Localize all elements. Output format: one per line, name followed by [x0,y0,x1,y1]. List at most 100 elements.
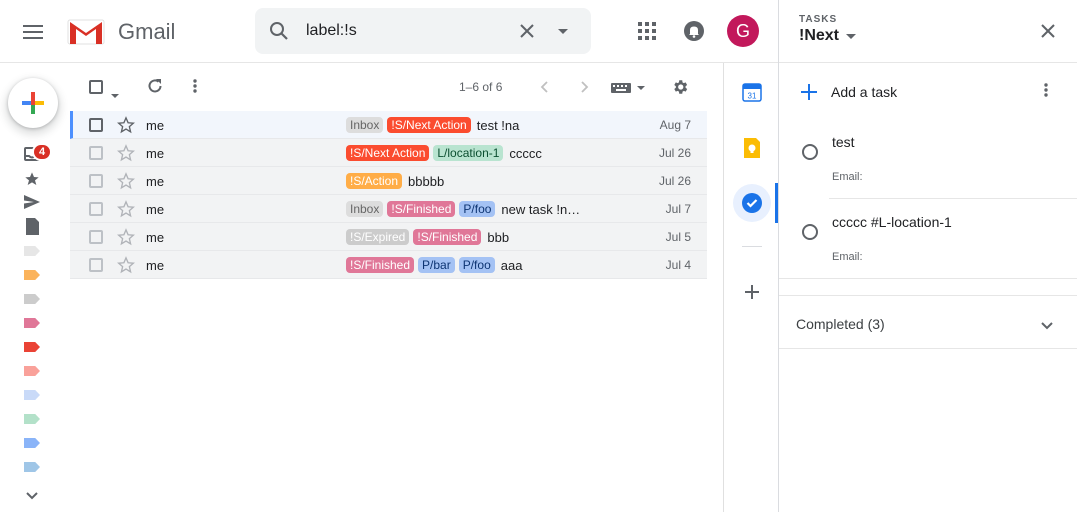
star-icon[interactable] [117,144,135,167]
label-tag-icon[interactable] [24,414,40,424]
label-chip[interactable]: L/location-1 [433,145,504,161]
label-chip[interactable]: Inbox [346,201,384,217]
mail-row[interactable]: me !S/Next Action L/location-1 ccccc Jul 26 [70,139,707,167]
label-tag-icon[interactable] [24,246,40,256]
mail-date: Jul 26 [658,174,691,188]
tasks-panel-label: TASKS [799,14,838,25]
task-email-link[interactable]: Email: [832,171,863,183]
task-complete-checkbox[interactable] [802,224,818,240]
label-tag-icon[interactable] [24,270,40,280]
newer-page-icon[interactable] [540,80,550,94]
label-chip[interactable]: P/bar [418,257,455,273]
row-checkbox[interactable] [89,258,103,272]
clear-search-icon[interactable] [517,21,537,41]
star-icon[interactable] [117,200,135,223]
mail-row[interactable]: me !S/Expired !S/Finished bbb Jul 5 [70,223,707,251]
mail-row[interactable]: me !S/Action bbbbb Jul 26 [70,167,707,195]
label-tag-icon[interactable] [24,390,40,400]
select-all-checkbox[interactable] [89,80,103,94]
label-tag-icon[interactable] [24,318,40,328]
label-chip[interactable]: P/foo [459,201,496,217]
sent-icon[interactable] [24,195,40,211]
label-chip[interactable]: !S/Finished [346,257,415,273]
add-addon-icon[interactable] [745,285,759,299]
star-icon[interactable] [117,116,135,139]
row-checkbox[interactable] [89,202,103,216]
inbox-unread-badge: 4 [32,143,52,161]
starred-icon[interactable] [24,171,40,187]
label-chip[interactable]: Inbox [346,117,384,133]
task-list-selector[interactable]: !Next [799,27,857,45]
label-chip[interactable]: !S/Finished [413,229,482,245]
star-icon[interactable] [117,228,135,251]
task-email-link[interactable]: Email: [832,251,863,263]
drafts-icon[interactable] [26,218,40,236]
search-icon[interactable] [267,19,291,43]
label-chip[interactable]: !S/Next Action [346,145,430,161]
task-complete-checkbox[interactable] [802,144,818,160]
row-checkbox[interactable] [89,118,103,132]
gmail-logo-icon[interactable] [67,19,105,45]
label-tag-icon[interactable] [24,462,40,472]
label-chip[interactable]: !S/Action [346,173,403,189]
label-tag-icon[interactable] [24,342,40,352]
compose-button[interactable] [8,78,58,128]
keep-icon[interactable] [744,138,760,158]
more-actions-icon[interactable] [193,79,199,95]
sender-name: me [146,257,165,273]
row-checkbox[interactable] [89,174,103,188]
input-tools-keyboard-icon[interactable] [611,81,647,93]
task-title[interactable]: test [832,134,855,150]
label-tag-icon[interactable] [24,438,40,448]
select-dropdown-icon[interactable] [111,85,121,98]
search-bar[interactable]: label:!s [255,8,591,54]
completed-section-toggle[interactable]: Completed (3) [796,316,885,332]
mail-date: Jul 5 [665,230,691,244]
calendar-icon[interactable]: 31 [742,82,762,102]
task-divider [829,198,1077,199]
more-labels-chevron-icon[interactable] [26,487,38,500]
search-input[interactable]: label:!s [306,22,357,40]
star-icon[interactable] [117,256,135,279]
tasks-panel: TASKS !Next Add a task test Email: ccccc… [778,0,1077,512]
tasks-addon-icon[interactable] [733,184,771,222]
subject-text: bbbbb [408,173,445,189]
settings-gear-icon[interactable] [671,78,691,98]
notifications-icon[interactable] [683,20,705,42]
label-chip[interactable]: !S/Finished [387,201,456,217]
label-chip[interactable]: !S/Next Action [387,117,471,133]
main-menu-icon[interactable] [20,21,46,43]
subject-text: ccccc [509,145,542,161]
sender-name: me [146,201,165,217]
svg-text:31: 31 [748,92,757,101]
close-tasks-icon[interactable] [1041,24,1055,38]
addon-separator [742,246,762,247]
label-tag-icon[interactable] [24,366,40,376]
add-task-button[interactable]: Add a task [801,82,1041,102]
mail-row[interactable]: me !S/Finished P/bar P/foo aaa Jul 4 [70,251,707,279]
list-dropdown-icon [846,33,857,39]
task-title[interactable]: ccccc #L-location-1 [832,214,952,230]
label-chip[interactable]: !S/Expired [346,229,410,245]
completed-divider [779,295,1077,296]
account-avatar[interactable]: G [727,15,759,47]
label-tag-icon[interactable] [24,294,40,304]
addon-bar-divider [723,63,724,512]
older-page-icon[interactable] [581,80,591,94]
task-list-more-icon[interactable] [1044,83,1050,99]
subject-area: !S/Next Action L/location-1 ccccc [346,139,596,167]
mail-row[interactable]: me Inbox !S/Finished P/foo new task !n… Jul 7 [70,195,707,223]
sender-name: me [146,145,165,161]
mail-row[interactable]: me Inbox !S/Next Action test !na Aug 7 [70,111,707,139]
add-plus-icon [801,84,817,100]
row-checkbox[interactable] [89,146,103,160]
star-icon[interactable] [117,172,135,195]
row-checkbox[interactable] [89,230,103,244]
apps-grid-icon[interactable] [636,20,658,42]
header-divider [0,62,778,63]
completed-expand-chevron-icon[interactable] [1041,317,1055,330]
label-chip[interactable]: P/foo [458,257,495,273]
refresh-icon[interactable] [147,78,165,96]
search-options-icon[interactable] [555,26,571,36]
subject-text: new task !n… [501,201,581,217]
